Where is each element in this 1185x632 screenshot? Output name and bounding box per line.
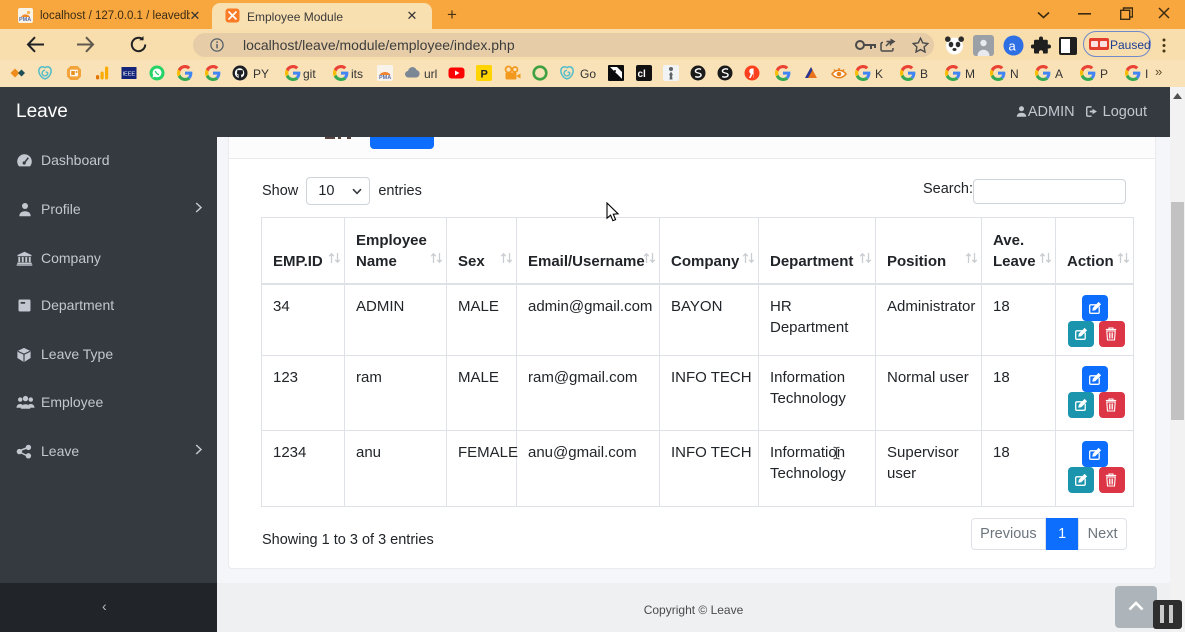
svg-text:a: a: [1009, 39, 1017, 54]
